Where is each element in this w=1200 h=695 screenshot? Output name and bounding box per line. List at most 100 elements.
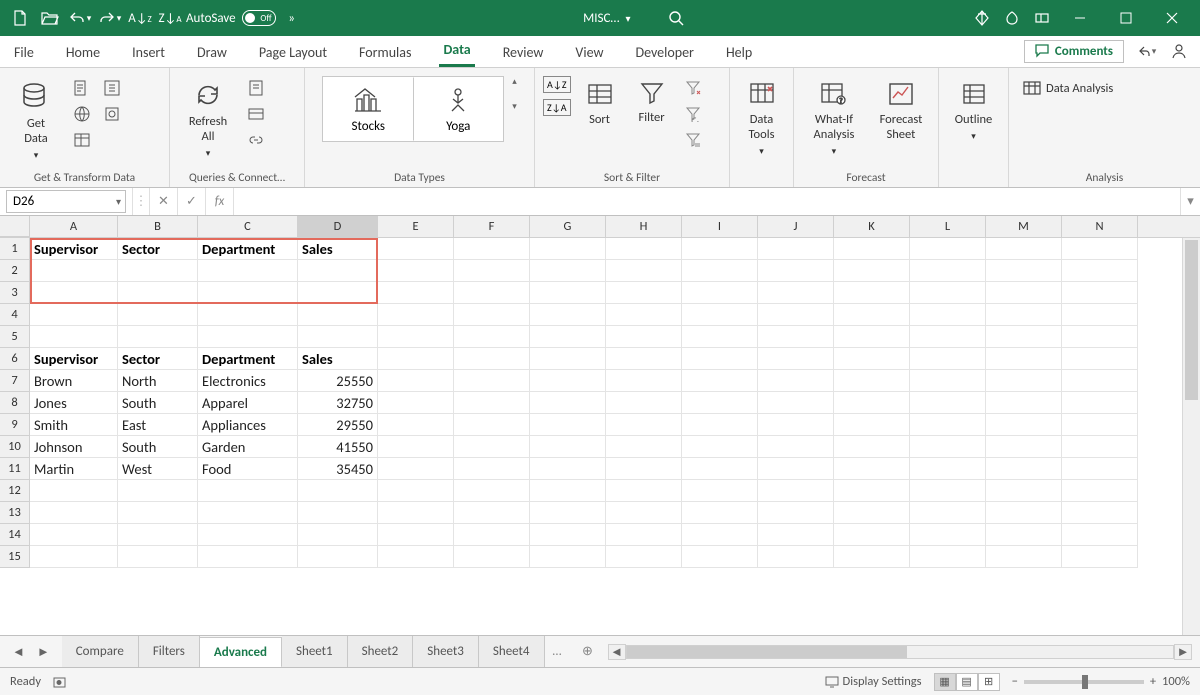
- enter-icon[interactable]: ✓: [178, 188, 206, 215]
- sheet-tab-sheet2[interactable]: Sheet2: [348, 636, 414, 667]
- tab-review[interactable]: Review: [499, 38, 548, 67]
- new-file-icon[interactable]: [6, 4, 34, 32]
- data-tools-button[interactable]: Data Tools▾: [738, 76, 785, 161]
- filter-button[interactable]: Filter: [629, 76, 675, 129]
- formula-input[interactable]: [234, 188, 1180, 215]
- advanced-filter-icon[interactable]: [681, 128, 705, 152]
- sheet-tab-sheet1[interactable]: Sheet1: [282, 636, 348, 667]
- col-header-L[interactable]: L: [910, 216, 986, 237]
- share-button[interactable]: ▾: [1132, 38, 1158, 64]
- ribbon-options-icon[interactable]: [1028, 4, 1056, 32]
- search-icon[interactable]: [656, 10, 696, 26]
- sort-desc-icon[interactable]: Z↓A: [156, 4, 184, 32]
- cell[interactable]: Supervisor: [30, 238, 118, 260]
- tab-page-layout[interactable]: Page Layout: [255, 38, 331, 67]
- datatype-prev[interactable]: ▴: [512, 76, 517, 87]
- tab-data[interactable]: Data: [439, 35, 474, 67]
- close-button[interactable]: [1150, 0, 1194, 36]
- from-table-icon[interactable]: [70, 128, 94, 152]
- coming-soon-icon[interactable]: [998, 4, 1026, 32]
- cell[interactable]: Department: [198, 238, 298, 260]
- from-web-icon[interactable]: [70, 102, 94, 126]
- stocks-button[interactable]: Stocks: [323, 77, 413, 141]
- tab-formulas[interactable]: Formulas: [355, 38, 415, 67]
- data-analysis-button[interactable]: Data Analysis: [1017, 76, 1119, 100]
- maximize-button[interactable]: [1104, 0, 1148, 36]
- col-header-H[interactable]: H: [606, 216, 682, 237]
- col-header-F[interactable]: F: [454, 216, 530, 237]
- name-box[interactable]: D26 ▾: [6, 190, 126, 213]
- zoom-out-icon[interactable]: −: [1012, 674, 1018, 689]
- datatype-next[interactable]: ▾: [512, 101, 517, 112]
- col-header-E[interactable]: E: [378, 216, 454, 237]
- recent-sources-icon[interactable]: [100, 76, 124, 100]
- view-page-layout-button[interactable]: ▤: [956, 673, 978, 691]
- col-header-B[interactable]: B: [118, 216, 198, 237]
- outline-button[interactable]: Outline▾: [947, 76, 1000, 146]
- spreadsheet-grid[interactable]: A B C D E F G H I J K L M N 1 Supervisor…: [0, 216, 1200, 635]
- zoom-level[interactable]: 100%: [1162, 674, 1190, 689]
- refresh-all-button[interactable]: Refresh All▾: [178, 76, 238, 163]
- col-header-G[interactable]: G: [530, 216, 606, 237]
- col-header-D[interactable]: D: [298, 216, 378, 237]
- tab-help[interactable]: Help: [722, 38, 756, 67]
- cell[interactable]: Sales: [298, 238, 378, 260]
- sheet-tab-sheet4[interactable]: Sheet4: [479, 636, 545, 667]
- row-header[interactable]: 1: [0, 238, 30, 260]
- cancel-icon[interactable]: ✕: [150, 188, 178, 215]
- properties-icon[interactable]: [244, 102, 268, 126]
- account-icon[interactable]: [1166, 38, 1192, 64]
- queries-icon[interactable]: [244, 76, 268, 100]
- fx-icon[interactable]: fx: [206, 188, 234, 215]
- formula-expand-icon[interactable]: ▾: [1180, 188, 1200, 215]
- qat-overflow[interactable]: »: [278, 4, 306, 32]
- tab-view[interactable]: View: [571, 38, 607, 67]
- zoom-slider[interactable]: − + 100%: [1012, 674, 1190, 689]
- col-header-J[interactable]: J: [758, 216, 834, 237]
- redo-icon[interactable]: ▾: [96, 4, 124, 32]
- col-header-N[interactable]: N: [1062, 216, 1138, 237]
- sheet-nav-prev[interactable]: ◄: [12, 644, 25, 660]
- whatif-button[interactable]: ? What-If Analysis▾: [802, 76, 866, 161]
- sheet-nav-next[interactable]: ►: [37, 644, 50, 660]
- tab-home[interactable]: Home: [62, 38, 104, 67]
- sheet-tab-compare[interactable]: Compare: [62, 636, 139, 667]
- tab-insert[interactable]: Insert: [128, 38, 169, 67]
- forecast-sheet-button[interactable]: Forecast Sheet: [872, 76, 930, 146]
- autosave-toggle[interactable]: AutoSave Off: [186, 10, 276, 26]
- filename[interactable]: MISC… ▾: [577, 11, 636, 26]
- sheets-overflow[interactable]: …: [545, 644, 570, 659]
- tab-file[interactable]: File: [10, 38, 38, 67]
- open-file-icon[interactable]: [36, 4, 64, 32]
- col-header-M[interactable]: M: [986, 216, 1062, 237]
- col-header-A[interactable]: A: [30, 216, 118, 237]
- existing-conn-icon[interactable]: [100, 102, 124, 126]
- edit-links-icon[interactable]: [244, 128, 268, 152]
- yoga-button[interactable]: Yoga: [413, 77, 503, 141]
- col-header-I[interactable]: I: [682, 216, 758, 237]
- horizontal-scrollbar[interactable]: ◄ ►: [608, 644, 1193, 660]
- from-text-icon[interactable]: [70, 76, 94, 100]
- comments-button[interactable]: Comments: [1024, 40, 1124, 63]
- sheet-tab-sheet3[interactable]: Sheet3: [413, 636, 479, 667]
- diamond-icon[interactable]: [968, 4, 996, 32]
- col-header-K[interactable]: K: [834, 216, 910, 237]
- sort-az-button[interactable]: A↓Z: [543, 76, 571, 93]
- sort-button[interactable]: Sort: [577, 76, 623, 131]
- tab-developer[interactable]: Developer: [631, 38, 697, 67]
- reapply-icon[interactable]: [681, 102, 705, 126]
- undo-icon[interactable]: ▾: [66, 4, 94, 32]
- display-settings-button[interactable]: Display Settings: [825, 674, 922, 689]
- sheet-tab-filters[interactable]: Filters: [139, 636, 200, 667]
- sort-za-button[interactable]: Z↓A: [543, 99, 571, 116]
- cell[interactable]: Sector: [118, 238, 198, 260]
- get-data-button[interactable]: Get Data▾: [8, 76, 64, 165]
- view-normal-button[interactable]: ▦: [934, 673, 956, 691]
- sort-asc-icon[interactable]: A↓Z: [126, 4, 154, 32]
- vertical-scrollbar[interactable]: [1182, 238, 1200, 635]
- macro-record-icon[interactable]: [53, 675, 69, 689]
- select-all-corner[interactable]: [0, 216, 30, 237]
- sheet-tab-advanced[interactable]: Advanced: [200, 637, 282, 668]
- tab-draw[interactable]: Draw: [193, 38, 231, 67]
- clear-filter-icon[interactable]: [681, 76, 705, 100]
